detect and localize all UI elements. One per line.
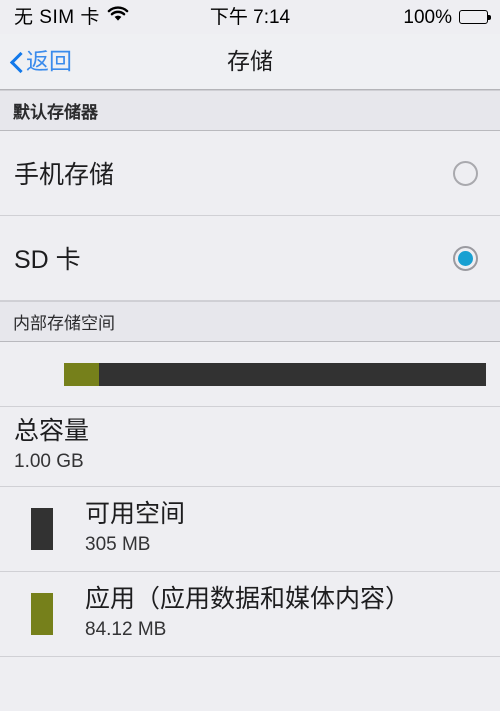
storage-bar-segment-apps [64,362,99,386]
radio-phone-storage[interactable] [453,160,478,186]
total-capacity-row: 总容量 1.00 GB [0,407,500,487]
status-bar: 无 SIM 卡 下午 7:14 100% [0,0,500,34]
battery-percent-label: 100% [403,6,452,28]
option-label-phone-storage: 手机存储 [14,161,115,189]
option-row-sd-card[interactable]: SD 卡 [0,216,500,301]
navigation-bar: 返回 存储 [0,34,500,90]
battery-full-icon [459,10,491,24]
page-title: 存储 [227,48,273,74]
radio-sd-card[interactable] [453,245,478,271]
option-label-sd-card: SD 卡 [14,246,81,274]
legend-row-available[interactable]: 可用空间 305 MB [0,486,500,572]
legend-row-apps[interactable]: 应用（应用数据和媒体内容） 84.12 MB [0,571,500,657]
total-capacity-value: 1.00 GB [14,451,84,472]
storage-usage-bar-container [0,342,500,407]
section-header-default-storage: 默认存储器 [0,90,500,131]
status-bar-right: 100% [403,6,491,28]
legend-value-available: 305 MB [85,534,151,556]
total-capacity-title: 总容量 [14,417,90,445]
storage-usage-bar [64,362,486,386]
section-header-internal-storage: 内部存储空间 [0,301,500,342]
legend-title-available: 可用空间 [85,500,186,529]
legend-text-available: 可用空间 305 MB [85,499,185,558]
legend-text-apps: 应用（应用数据和媒体内容） 84.12 MB [85,584,410,643]
settings-list: 默认存储器 手机存储 SD 卡 内部存储空间 总容量 1.00 GB 可用空间 … [0,90,500,657]
option-row-phone-storage[interactable]: 手机存储 [0,131,500,216]
color-swatch-apps [31,592,53,635]
legend-title-apps: 应用（应用数据和媒体内容） [85,585,411,614]
color-swatch-available [31,507,53,550]
storage-bar-segment-free [98,362,486,386]
legend-value-apps: 84.12 MB [85,619,167,641]
